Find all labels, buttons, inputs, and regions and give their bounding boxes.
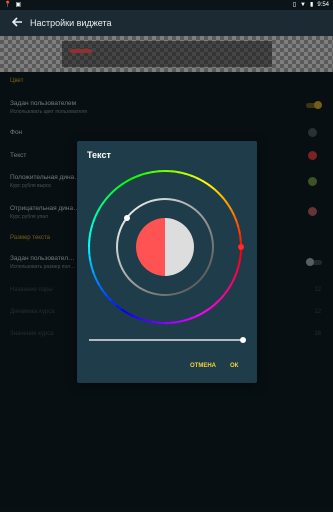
hue-wheel-segment xyxy=(238,253,242,262)
hue-wheel-segment xyxy=(92,271,98,280)
hue-wheel-segment xyxy=(212,300,220,307)
hue-wheel-segment xyxy=(114,303,122,311)
hue-wheel-segment xyxy=(235,220,240,229)
hue-wheel-segment xyxy=(88,232,92,241)
old-color-preview[interactable] xyxy=(136,218,165,276)
hue-wheel-segment xyxy=(89,226,93,234)
hue-wheel-segment xyxy=(177,319,185,323)
hue-wheel-segment xyxy=(232,272,238,281)
hue-wheel-segment xyxy=(126,176,135,183)
hue-wheel-segment xyxy=(183,317,192,322)
hue-wheel-segment xyxy=(201,308,210,315)
hue-wheel-segment xyxy=(89,259,93,267)
hue-wheel-segment xyxy=(110,187,118,194)
hue-wheel-segment xyxy=(144,319,152,323)
hue-wheel-segment xyxy=(222,197,229,205)
hue-wheel-segment xyxy=(95,207,101,216)
hue-wheel-segment xyxy=(229,278,235,287)
hue-wheel-segment xyxy=(184,172,193,177)
hue-wheel-segment xyxy=(131,314,140,320)
hue-wheel-segment xyxy=(237,227,241,235)
hue-wheel-segment xyxy=(145,171,153,175)
hue-wheel-segment xyxy=(202,180,210,187)
hue-wheel-segment xyxy=(90,265,95,274)
hue-wheel-segment xyxy=(101,289,108,297)
back-arrow-icon[interactable] xyxy=(10,15,24,29)
vibrate-icon: ▯ xyxy=(292,2,297,8)
hue-wheel-segment xyxy=(137,317,146,322)
hue-wheel-segment xyxy=(101,196,109,204)
hue-wheel-segment xyxy=(225,284,232,292)
hue-wheel-segment xyxy=(92,213,98,222)
hue-wheel-segment xyxy=(207,304,215,311)
wifi-icon: ▼ xyxy=(300,1,306,8)
hue-wheel-segment xyxy=(189,314,198,320)
hue-wheel-segment xyxy=(120,307,128,314)
hue-wheel-segment xyxy=(229,208,236,217)
hue-wheel-segment xyxy=(217,295,224,303)
status-bar: 📍 ▣ ▯ ▼ ▮ 9:54 xyxy=(0,0,333,10)
page-title: Настройки виджета xyxy=(30,18,112,28)
hue-wheel-segment xyxy=(171,170,180,174)
status-time: 9:54 xyxy=(317,1,329,8)
hue-wheel-segment xyxy=(88,252,92,261)
hue-wheel-segment xyxy=(170,320,179,324)
hue-wheel-segment xyxy=(235,266,240,275)
hue-wheel-segment xyxy=(232,214,238,223)
color-picker-dialog: Текст ОТМЕНА ОК xyxy=(77,141,257,383)
hue-wheel-segment xyxy=(226,202,233,211)
hue-wheel-segment xyxy=(178,171,186,175)
hue-wheel-segment xyxy=(196,177,205,183)
hue-wheel-segment xyxy=(213,188,221,195)
hue-wheel-segment xyxy=(151,170,160,174)
hue-wheel-segment xyxy=(115,183,123,190)
hue-wheel-segment xyxy=(218,192,225,200)
hue-wheel-segment xyxy=(150,320,159,324)
hue-wheel-segment xyxy=(237,260,241,268)
hue-wheel-segment xyxy=(94,277,101,286)
value-slider-thumb[interactable] xyxy=(240,337,246,343)
image-icon: ▣ xyxy=(15,2,22,8)
hue-wheel-segment xyxy=(105,294,112,302)
hue-wheel-segment xyxy=(106,191,113,199)
hue-wheel-segment xyxy=(120,179,129,186)
ok-button[interactable]: ОК xyxy=(230,363,238,369)
hue-marker[interactable] xyxy=(238,244,244,250)
color-picker xyxy=(88,170,246,343)
hue-wheel-segment xyxy=(109,299,117,306)
hue-wheel-segment xyxy=(132,174,141,180)
app-bar: Настройки виджета xyxy=(0,10,333,36)
hue-wheel-segment xyxy=(98,202,105,210)
saturation-handle[interactable] xyxy=(124,215,130,221)
hue-wheel-segment xyxy=(125,311,134,317)
hue-wheel-segment xyxy=(221,290,229,298)
hue-wheel-segment xyxy=(97,283,104,292)
hue-wheel-segment xyxy=(138,172,147,177)
hue-wheel-segment xyxy=(195,311,204,318)
new-color-preview[interactable] xyxy=(165,218,194,276)
hue-wheel-segment xyxy=(238,233,242,242)
battery-icon: ▮ xyxy=(310,2,314,8)
location-icon: 📍 xyxy=(4,2,12,8)
hue-wheel-segment xyxy=(190,174,199,180)
hue-wheel-segment xyxy=(208,183,216,191)
hue-wheel-segment xyxy=(90,219,95,228)
cancel-button[interactable]: ОТМЕНА xyxy=(190,363,216,369)
